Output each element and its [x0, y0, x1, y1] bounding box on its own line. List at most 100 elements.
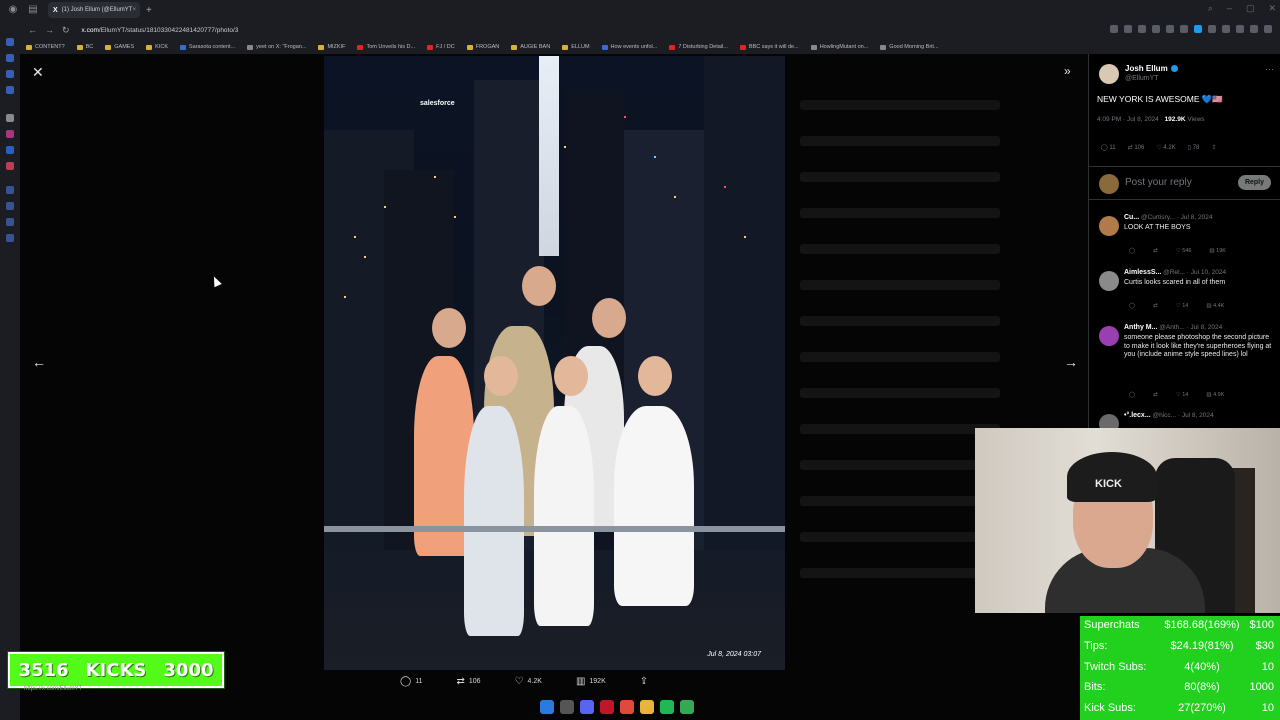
sidebar-app-icon[interactable] — [6, 202, 14, 210]
comment-reply-icon[interactable]: ◯ — [1129, 303, 1135, 309]
opera-icon[interactable] — [600, 700, 614, 714]
active-tab[interactable]: X (1) Josh Ellum (@EllumYT × — [48, 2, 140, 18]
bookmark-item[interactable]: KICK — [146, 44, 168, 50]
comment-views[interactable]: ▥ 19K — [1209, 248, 1226, 254]
bookmark-item[interactable]: Tom Unveils his D... — [357, 44, 415, 50]
search-icon[interactable] — [560, 700, 574, 714]
folder-icon[interactable] — [640, 700, 654, 714]
bookmark-item[interactable]: yeet on X: "Frogan... — [247, 44, 306, 50]
more-options-icon[interactable]: ⋯ — [1265, 64, 1274, 75]
comment-views[interactable]: ▥ 4.4K — [1206, 303, 1224, 309]
repost-stat[interactable]: ⇄ 106 — [1128, 144, 1145, 151]
sidebar-app-icon[interactable] — [6, 186, 14, 194]
tweet-photo[interactable]: salesforce Jul 8, 2024 03:07 — [324, 56, 785, 670]
app-icon[interactable] — [680, 700, 694, 714]
extension-icon[interactable] — [1208, 25, 1216, 33]
bookmark-item[interactable]: Sarasota content... — [180, 44, 235, 50]
extension-icon[interactable] — [1138, 25, 1146, 33]
sidebar-app-icon[interactable] — [6, 86, 14, 94]
bookmark-item[interactable]: GAMES — [105, 44, 134, 50]
close-window-icon[interactable]: ✕ — [1268, 3, 1276, 14]
comment-like[interactable]: ♡ 14 — [1176, 392, 1189, 398]
comment-like[interactable]: ♡ 546 — [1176, 248, 1192, 254]
reply-action[interactable]: ◯ 11 — [400, 676, 422, 687]
sidebar-app-icon[interactable] — [6, 114, 14, 122]
sidebar-toggle-icon[interactable]: ▤ — [26, 3, 40, 17]
comment-avatar[interactable] — [1099, 271, 1119, 291]
bookmark-stat[interactable]: ▯ 78 — [1188, 144, 1200, 151]
extension-icon[interactable] — [1110, 25, 1118, 33]
next-photo-icon[interactable]: → — [1064, 354, 1078, 370]
bookmark-item[interactable]: HowlingMutant on... — [810, 44, 868, 50]
comment-author[interactable]: AimlessS... — [1124, 269, 1161, 276]
comment-reply-icon[interactable]: ◯ — [1129, 248, 1135, 254]
like-stat[interactable]: ♡ 4.2K — [1156, 144, 1175, 151]
previous-photo-icon[interactable]: ← — [32, 354, 46, 370]
comment-repost-icon[interactable]: ⇄ — [1153, 392, 1158, 398]
sidebar-app-icon[interactable] — [6, 218, 14, 226]
reply-stat[interactable]: ◯ 11 — [1101, 144, 1116, 151]
like-action[interactable]: ♡ 4.2K — [515, 676, 542, 687]
bookmark-item[interactable]: BBC says it will de... — [739, 44, 799, 50]
minimize-icon[interactable]: – — [1227, 3, 1232, 14]
author-avatar[interactable] — [1099, 64, 1119, 84]
reload-icon[interactable]: ↻ — [62, 25, 70, 36]
repost-action[interactable]: ⇄ 106 — [456, 676, 480, 687]
views-action[interactable]: ▥ 192K — [576, 676, 606, 687]
forward-icon[interactable]: → — [45, 25, 54, 35]
chrome-icon[interactable] — [620, 700, 634, 714]
back-icon[interactable]: ← — [28, 25, 37, 35]
spotify-icon[interactable] — [660, 700, 674, 714]
discord-icon[interactable] — [580, 700, 594, 714]
comment-author[interactable]: Cu... — [1124, 214, 1139, 221]
bookmark-item[interactable]: CONTENT? — [26, 44, 65, 50]
bookmark-item[interactable]: BC — [76, 44, 93, 50]
extension-icon[interactable] — [1250, 25, 1258, 33]
tweet-time[interactable]: 4:09 PM · Jul 8, 2024 · — [1097, 116, 1165, 123]
start-icon[interactable] — [540, 700, 554, 714]
sidebar-app-icon[interactable] — [6, 54, 14, 62]
extension-icon[interactable] — [1236, 25, 1244, 33]
extension-icon[interactable] — [1222, 25, 1230, 33]
new-tab-button[interactable]: + — [146, 5, 152, 16]
comment-author[interactable]: Anthy M... — [1124, 324, 1157, 331]
author-name-row[interactable]: Josh Ellum — [1125, 64, 1178, 73]
comment-reply-icon[interactable]: ◯ — [1129, 392, 1135, 398]
sidebar-app-icon[interactable] — [6, 70, 14, 78]
share-action[interactable]: ⇪ — [640, 676, 648, 687]
reply-button[interactable]: Reply — [1237, 175, 1271, 190]
extension-icon[interactable] — [1166, 25, 1174, 33]
search-tabs-icon[interactable]: ⌕ — [1208, 3, 1213, 14]
close-viewer-icon[interactable]: ✕ — [32, 64, 44, 81]
extension-icon[interactable] — [1124, 25, 1132, 33]
bookmark-item[interactable]: MIZKIF — [318, 44, 345, 50]
bookmark-item[interactable]: FROGAN — [466, 44, 499, 50]
bookmark-item[interactable]: Good Morning Brit... — [880, 44, 939, 50]
bookmark-item[interactable]: ELLUM — [562, 44, 590, 50]
bookmark-item[interactable]: AUGIE BAN — [511, 44, 550, 50]
bookmark-item[interactable]: How events unfol... — [601, 44, 657, 50]
bookmark-item[interactable]: FJ / DC — [427, 44, 455, 50]
maximize-icon[interactable]: ▢ — [1246, 3, 1255, 14]
extension-icon[interactable] — [1264, 25, 1272, 33]
collapse-panel-icon[interactable]: » — [1064, 64, 1071, 78]
tab-close-icon[interactable]: × — [132, 7, 136, 13]
comment-views[interactable]: ▥ 4.9K — [1206, 392, 1224, 398]
share-stat[interactable]: ⇪ — [1211, 144, 1216, 151]
bookmark-item[interactable]: 7 Disturbing Detail... — [669, 44, 728, 50]
sidebar-app-icon[interactable] — [6, 130, 14, 138]
extension-icon[interactable] — [1152, 25, 1160, 33]
comment-repost-icon[interactable]: ⇄ — [1153, 303, 1158, 309]
comment-avatar[interactable] — [1099, 326, 1119, 346]
comment-repost-icon[interactable]: ⇄ — [1153, 248, 1158, 254]
sidebar-app-icon[interactable] — [6, 162, 14, 170]
comment-avatar[interactable] — [1099, 414, 1119, 428]
extension-icon[interactable] — [1194, 25, 1202, 33]
comment-avatar[interactable] — [1099, 216, 1119, 236]
extension-icon[interactable] — [1180, 25, 1188, 33]
comment-author[interactable]: •°.lecx... — [1124, 412, 1151, 419]
sidebar-app-icon[interactable] — [6, 146, 14, 154]
comment-like[interactable]: ♡ 14 — [1176, 303, 1189, 309]
author-handle[interactable]: @EllumYT — [1125, 75, 1159, 82]
reply-input[interactable]: Post your reply — [1125, 177, 1192, 188]
